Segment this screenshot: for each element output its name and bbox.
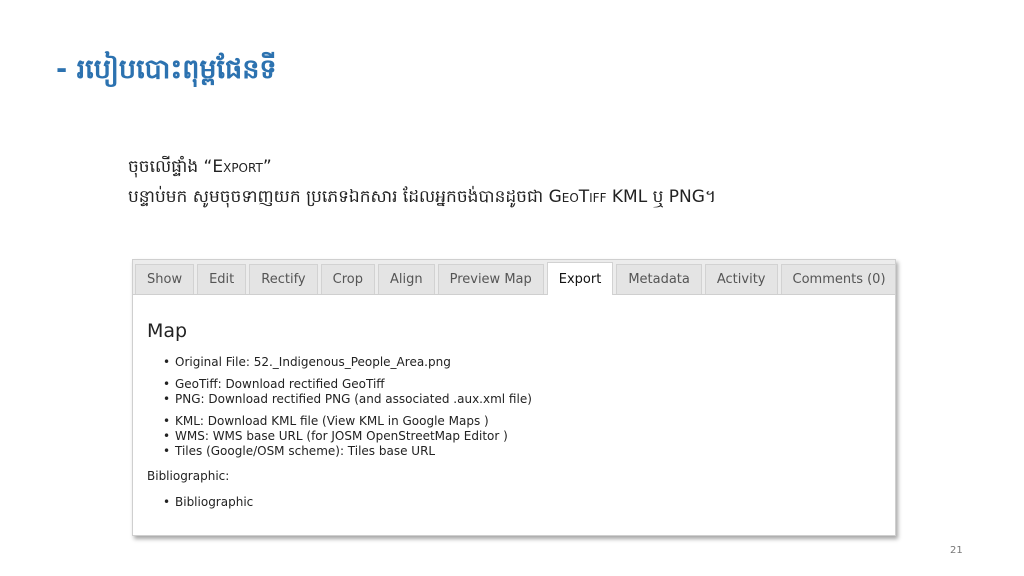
tab-edit[interactable]: Edit bbox=[197, 264, 247, 294]
tiles-url-link[interactable]: Tiles (Google/OSM scheme): Tiles base UR… bbox=[147, 444, 885, 459]
tab-rectify[interactable]: Rectify bbox=[249, 264, 318, 294]
geotiff-download-link[interactable]: GeoTiff: Download rectified GeoTiff bbox=[147, 377, 885, 392]
map-heading: Map bbox=[147, 320, 188, 342]
tab-crop[interactable]: Crop bbox=[320, 264, 375, 294]
bibliographic-list: Bibliographic bbox=[147, 495, 885, 510]
instruction-line-1-prefix: ចុចលើផ្ទាំង “ bbox=[128, 157, 213, 177]
instruction-line-1-keyword: Export bbox=[212, 157, 263, 177]
instruction-line-2-keyword: GeoTiff bbox=[548, 187, 607, 207]
kml-download-link[interactable]: KML: Download KML file (View KML in Goog… bbox=[147, 414, 885, 429]
slide-body-text: ចុចលើផ្ទាំង “Export” បន្ទាប់មក សូមចុចទាញ… bbox=[128, 152, 716, 212]
original-file-list: Original File: 52._Indigenous_People_Are… bbox=[147, 355, 885, 370]
tab-metadata[interactable]: Metadata bbox=[616, 264, 702, 294]
tab-show[interactable]: Show bbox=[135, 264, 195, 294]
tab-align[interactable]: Align bbox=[377, 264, 435, 294]
service-list: KML: Download KML file (View KML in Goog… bbox=[147, 414, 885, 459]
export-panel: Map Original File: 52._Indigenous_People… bbox=[147, 318, 885, 510]
page-number: 21 bbox=[950, 545, 963, 556]
instruction-line-1: ចុចលើផ្ទាំង “Export” bbox=[128, 152, 716, 182]
tab-comments[interactable]: Comments (0) bbox=[780, 264, 895, 294]
tab-activity[interactable]: Activity bbox=[704, 264, 778, 294]
instruction-line-1-suffix: ” bbox=[262, 157, 272, 177]
instruction-line-2: បន្ទាប់មក សូមចុចទាញយក ប្រភេទឯកសារ ដែលអ្ន… bbox=[128, 182, 716, 212]
slide-title: - របៀបបោះពុម្ពផែនទី bbox=[56, 54, 277, 85]
original-file-link[interactable]: Original File: 52._Indigenous_People_Are… bbox=[147, 355, 885, 370]
tab-preview-map[interactable]: Preview Map bbox=[437, 264, 544, 294]
instruction-line-2-suffix: KML ឬ PNG។ bbox=[606, 187, 717, 207]
tab-bar: Show Edit Rectify Crop Align Preview Map… bbox=[133, 260, 895, 295]
wms-url-link[interactable]: WMS: WMS base URL (for JOSM OpenStreetMa… bbox=[147, 429, 885, 444]
bibliographic-label: Bibliographic: bbox=[147, 469, 230, 483]
export-page-screenshot: Show Edit Rectify Crop Align Preview Map… bbox=[132, 259, 896, 536]
bibliographic-link[interactable]: Bibliographic bbox=[147, 495, 885, 510]
png-download-link[interactable]: PNG: Download rectified PNG (and associa… bbox=[147, 392, 885, 407]
instruction-line-2-prefix: បន្ទាប់មក សូមចុចទាញយក ប្រភេទឯកសារ ដែលអ្ន… bbox=[128, 187, 549, 207]
download-list: GeoTiff: Download rectified GeoTiff PNG:… bbox=[147, 377, 885, 407]
tab-export[interactable]: Export bbox=[546, 262, 614, 295]
